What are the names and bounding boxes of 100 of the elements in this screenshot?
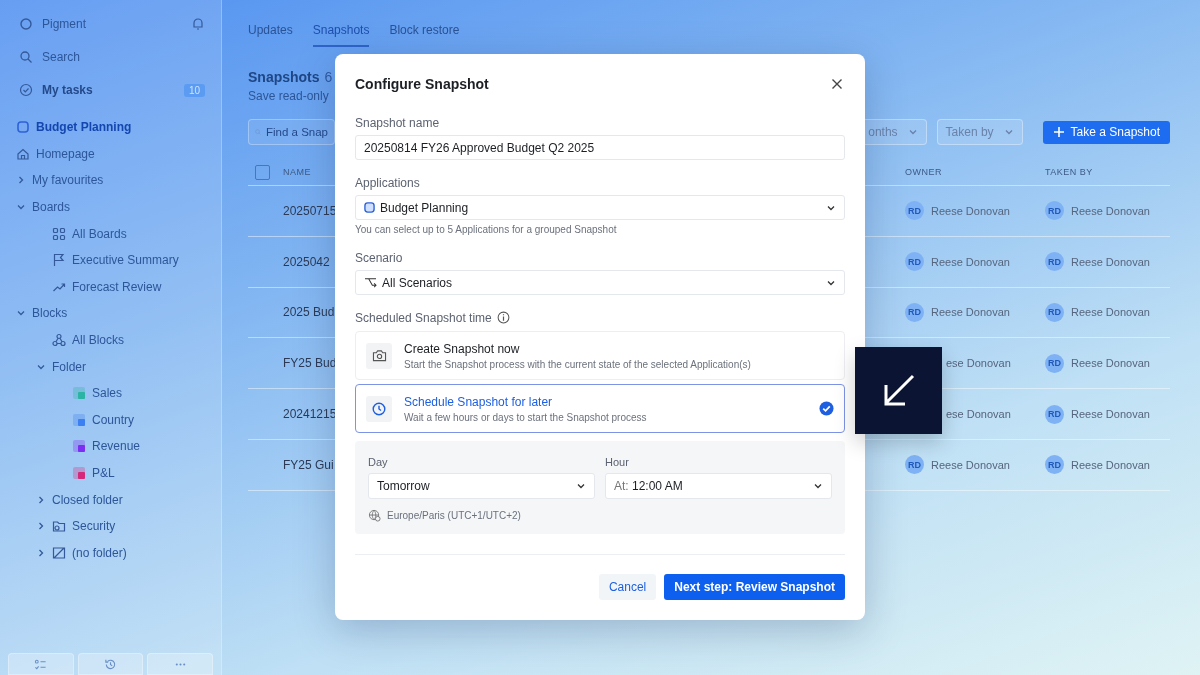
person-name: Reese Donovan: [1071, 255, 1150, 268]
take-snapshot-button[interactable]: Take a Snapshot: [1042, 120, 1170, 144]
person-name: Reese Donovan: [1071, 357, 1150, 370]
chevron-down-icon: [907, 127, 918, 137]
person-name: Reese Donovan: [1071, 458, 1150, 471]
avatar: RD: [905, 455, 924, 475]
snapshot-name-field[interactable]: 20250814 FY26 Approved Budget Q2 2025: [355, 135, 845, 160]
person-name: Reese Donovan: [1071, 408, 1150, 421]
cancel-button[interactable]: Cancel: [598, 574, 657, 600]
avatar: RD: [1045, 404, 1064, 424]
flag-icon: [52, 253, 66, 268]
chevron-right-icon[interactable]: [36, 494, 46, 505]
option-description: Start the Snapshot process with the current state of the selected Application(s): [404, 358, 751, 370]
field-hint: You can select up to 5 Applications for a grouped Snapshot: [355, 224, 618, 235]
bell-icon[interactable]: [191, 17, 205, 31]
filter-dropdown[interactable]: Taken by: [936, 119, 1023, 145]
nodes-icon: [52, 333, 66, 348]
avatar: RD: [905, 303, 924, 322]
person-name: Reese Donovan: [931, 255, 1010, 268]
schedule-option[interactable]: Create Snapshot now Start the Snapshot process with the current state of the selected Application(s): [355, 331, 845, 380]
square-icon: [16, 120, 30, 135]
globe-icon: [368, 509, 381, 522]
table-cell: FY25 Gui: [283, 457, 334, 472]
square-icon: [364, 202, 375, 213]
field-label: Day: [368, 456, 389, 468]
history-button[interactable]: [77, 653, 144, 675]
avatar: RD: [905, 252, 924, 272]
checklist-button[interactable]: [8, 653, 74, 675]
avatar: RD: [1045, 303, 1064, 322]
field-label: Scheduled Snapshot time: [355, 311, 492, 325]
table-cell: 20241215: [283, 407, 337, 422]
avatar: RD: [1045, 201, 1064, 221]
sidebar-item[interactable]: My favourites: [32, 173, 104, 188]
day-dropdown[interactable]: Tomorrow: [368, 473, 595, 499]
chevron-right-icon[interactable]: [16, 175, 26, 186]
sidebar-item[interactable]: Folder: [52, 359, 86, 374]
chevron-right-icon[interactable]: [36, 521, 46, 532]
column-header: TAKEN BY: [1045, 167, 1093, 177]
grid-icon: [52, 226, 66, 241]
sidebar-item[interactable]: Closed folder: [52, 492, 123, 507]
avatar: RD: [1045, 252, 1064, 272]
option-description: Wait a few hours or days to start the Snapshot process: [404, 411, 647, 423]
search-input[interactable]: Find a Snap: [266, 126, 328, 138]
sidebar-item[interactable]: Executive Summary: [72, 253, 179, 268]
next-step-button[interactable]: Next step: Review Snapshot: [664, 574, 845, 600]
chevron-down-icon: [813, 481, 823, 491]
sidebar-item[interactable]: P&L: [92, 466, 115, 480]
camera-icon: [371, 349, 387, 362]
search-field[interactable]: Find a Snap: [248, 119, 335, 145]
sidebar-item[interactable]: Homepage: [36, 146, 95, 161]
person-name: Reese Donovan: [1071, 306, 1150, 319]
history-icon: [104, 657, 117, 671]
table-cell: 20250715: [283, 203, 337, 218]
sidebar-item[interactable]: Country: [92, 412, 135, 427]
check-circle-icon: [819, 401, 834, 416]
search-icon: [19, 50, 33, 64]
logo-icon: [19, 17, 33, 31]
person-name: Reese Donovan: [931, 204, 1010, 217]
applications-dropdown[interactable]: Budget Planning: [355, 195, 845, 220]
column-header: NAME: [283, 167, 312, 177]
sidebar-item[interactable]: All Blocks: [72, 333, 124, 348]
field-label: Applications: [355, 176, 421, 190]
hour-dropdown[interactable]: At: 12:00 AM: [605, 473, 832, 499]
option-title: Create Snapshot now: [404, 341, 521, 356]
timezone-text: Europe/Paris (UTC+1/UTC+2): [387, 510, 521, 521]
info-icon: [496, 310, 510, 324]
person-name: ese Donovan: [946, 408, 1011, 421]
scenario-dropdown[interactable]: All Scenarios: [355, 270, 845, 295]
person-name: ese Donovan: [946, 357, 1011, 370]
sidebar-item[interactable]: All Boards: [72, 226, 127, 241]
sidebar-item[interactable]: My tasks: [42, 83, 93, 97]
sidebar-item[interactable]: Sales: [92, 386, 123, 401]
dialog-title: Configure Snapshot: [355, 76, 489, 92]
sidebar-item[interactable]: Boards: [32, 200, 71, 215]
count-badge: 10: [183, 83, 205, 97]
tab[interactable]: Block restore: [389, 23, 460, 47]
avatar: RD: [1045, 455, 1064, 475]
checkbox[interactable]: [255, 164, 270, 180]
option-title: Schedule Snapshot for later: [404, 394, 554, 409]
clock-icon: [372, 401, 386, 416]
field-label: Hour: [605, 456, 630, 468]
plus-icon: [1052, 126, 1065, 138]
chevron-right-icon[interactable]: [36, 547, 46, 558]
home-icon: [16, 146, 30, 161]
tab[interactable]: Snapshots: [312, 23, 370, 47]
sidebar-item[interactable]: Blocks: [32, 306, 68, 321]
table-cell: 2025 Bud: [283, 305, 335, 320]
schedule-option[interactable]: Schedule Snapshot for later Wait a few hours or days to start the Snapshot process: [355, 384, 845, 433]
sidebar-item[interactable]: Forecast Review: [72, 279, 162, 294]
sidebar-item[interactable]: Revenue: [92, 439, 141, 454]
page-subtitle: Save read-only: [248, 89, 330, 103]
column-header: OWNER: [905, 167, 943, 177]
tab[interactable]: Updates: [248, 23, 293, 47]
checklist-icon: [34, 657, 48, 671]
sidebar-item[interactable]: (no folder): [72, 545, 127, 560]
sidebar-item[interactable]: Budget Planning: [36, 120, 132, 135]
avatar: RD: [905, 201, 924, 221]
field-label: Scenario: [355, 251, 404, 265]
sidebar-item[interactable]: Security: [72, 519, 116, 534]
search-field[interactable]: Search: [42, 50, 182, 64]
